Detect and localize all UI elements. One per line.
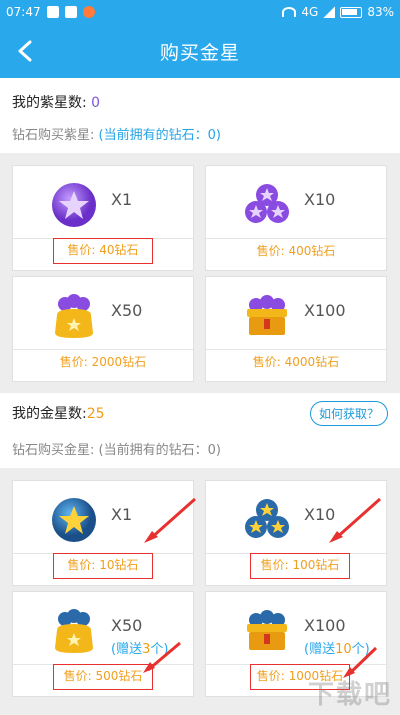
status-bar: 07:47 4G 83% xyxy=(0,0,400,24)
gold-star-coin-icon xyxy=(52,498,96,542)
back-arrow-icon xyxy=(18,40,32,62)
signal-icon xyxy=(323,6,336,18)
item-price: 售价: 10钻石 xyxy=(53,553,153,579)
purple-buy-label: 钻石购买紫星: xyxy=(12,128,99,143)
purple-buy-line: 钻石购买紫星: (当前拥有的钻石：0) xyxy=(0,124,221,143)
purple-card-x100[interactable]: X100 售价: 4000钻石 xyxy=(205,276,387,382)
gold-star-bag-icon xyxy=(55,609,93,653)
purple-star-header: 我的紫星数: 0 钻石购买紫星: (当前拥有的钻石：0) xyxy=(0,78,400,153)
card-divider xyxy=(206,238,386,239)
battery-label: 83% xyxy=(367,5,394,19)
purple-star-bag-icon xyxy=(55,294,93,338)
annotation-arrow xyxy=(143,641,181,673)
app-icon xyxy=(64,6,77,18)
gold-star-header: 我的金星数:25 如何获取？ 钻石购买金星: (当前拥有的钻石：0) xyxy=(0,393,400,468)
gold-count-value: 25 xyxy=(86,406,105,422)
purple-star-coins-icon xyxy=(245,184,289,223)
gold-star-chest-icon xyxy=(247,610,287,650)
purple-star-chest-icon xyxy=(247,295,287,335)
gold-star-coins-icon xyxy=(245,499,289,538)
purple-count-line: 我的紫星数: 0 xyxy=(0,92,100,112)
notification-icon xyxy=(82,6,95,18)
network-label: 4G xyxy=(301,5,319,19)
annotation-arrow xyxy=(144,497,196,543)
card-divider xyxy=(206,349,386,350)
status-time: 07:47 xyxy=(6,5,41,19)
gold-count-label: 我的金星数: xyxy=(12,406,87,422)
back-button[interactable] xyxy=(10,36,40,66)
purple-star-coin-icon xyxy=(52,183,96,227)
title-bar: 购买金星 xyxy=(0,24,400,78)
weibo-icon xyxy=(46,6,59,18)
wifi-icon xyxy=(282,7,297,17)
watermark: 下载吧 xyxy=(307,680,392,710)
item-quantity: X100 xyxy=(304,301,346,320)
item-quantity: X1 xyxy=(111,190,133,209)
purple-count-label: 我的紫星数: xyxy=(12,95,92,111)
item-price: 售价: 2000钻石 xyxy=(59,355,147,369)
item-price: 售价: 4000钻石 xyxy=(252,355,340,369)
item-price: 售价: 40钻石 xyxy=(53,238,153,264)
gold-buy-label: 钻石购买金星: xyxy=(12,443,99,458)
annotation-arrow xyxy=(329,497,381,543)
item-quantity: X1 xyxy=(111,505,133,524)
purple-diamond-balance: (当前拥有的钻石：0) xyxy=(98,128,221,143)
item-quantity: X50 xyxy=(111,616,143,635)
card-divider xyxy=(13,349,193,350)
purple-card-x50[interactable]: X50 售价: 2000钻石 xyxy=(12,276,194,382)
purple-card-x1[interactable]: X1 售价: 40钻石 xyxy=(12,165,194,271)
gold-buy-line: 钻石购买金星: (当前拥有的钻石：0) xyxy=(0,439,221,458)
page-title: 购买金星 xyxy=(159,41,240,64)
item-quantity: X50 xyxy=(111,301,143,320)
item-quantity: X100 xyxy=(304,616,346,635)
battery-icon xyxy=(340,6,363,18)
item-price: 售价: 400钻石 xyxy=(256,244,336,258)
how-to-get-button[interactable]: 如何获取？ xyxy=(309,401,388,426)
purple-count-value: 0 xyxy=(91,95,101,111)
gold-diamond-balance: (当前拥有的钻石：0) xyxy=(98,443,221,458)
item-price: 售价: 100钻石 xyxy=(250,553,350,579)
gold-count-line: 我的金星数:25 xyxy=(0,403,105,423)
item-quantity: X10 xyxy=(304,190,336,209)
purple-card-x10[interactable]: X10 售价: 400钻石 xyxy=(205,165,387,271)
item-price: 售价: 500钻石 xyxy=(53,664,153,690)
